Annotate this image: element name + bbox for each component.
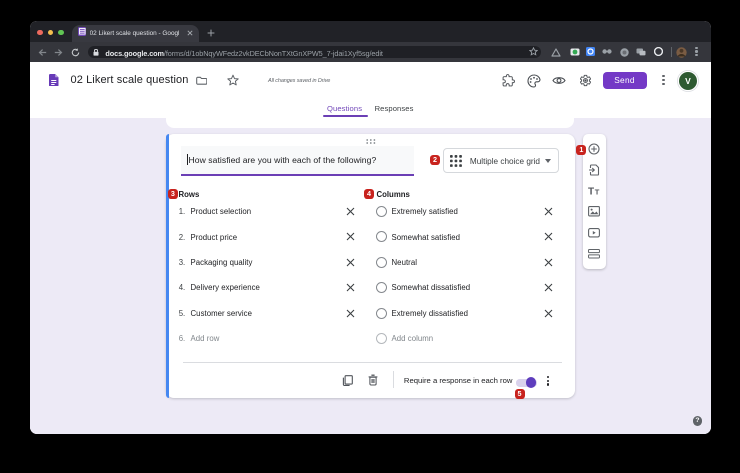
- svg-text:T: T: [594, 187, 599, 196]
- svg-text:T: T: [588, 186, 594, 196]
